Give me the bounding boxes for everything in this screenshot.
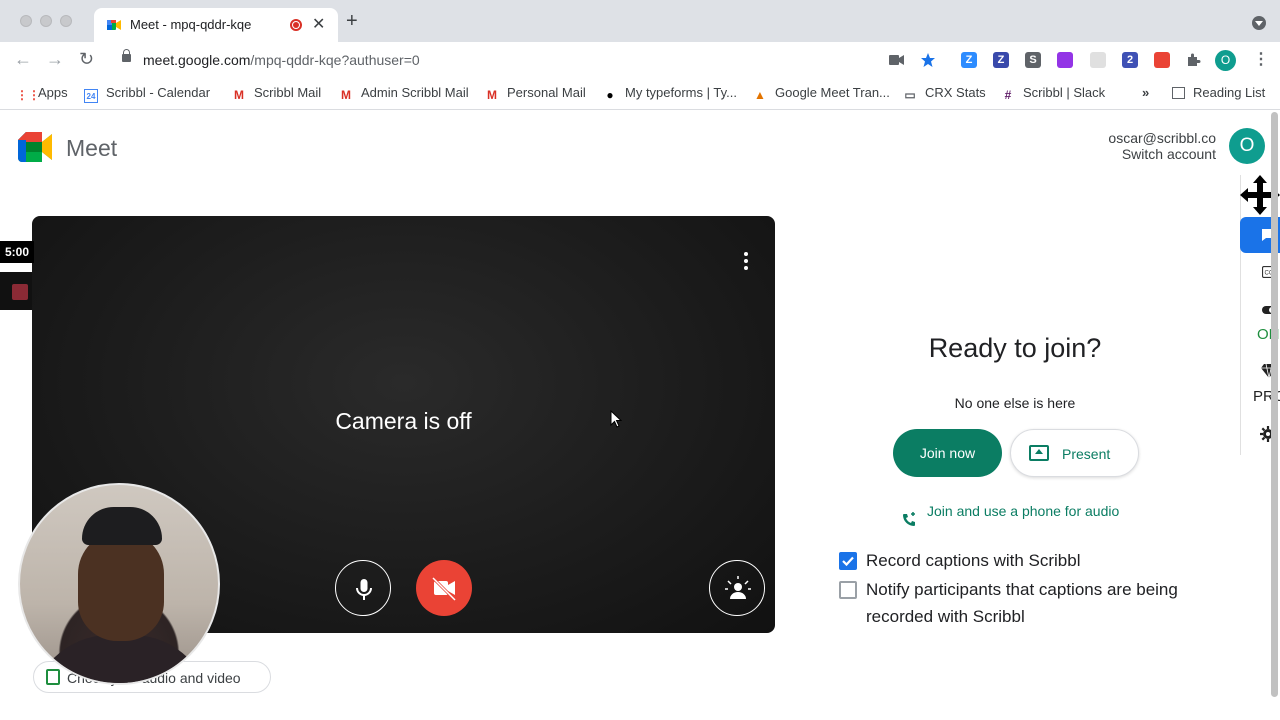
visual-effects-button[interactable] bbox=[709, 560, 765, 616]
camera-off-icon bbox=[431, 576, 457, 602]
reading-list-label: Reading List bbox=[1193, 85, 1266, 100]
account-email: oscar@scribbl.co bbox=[1108, 130, 1216, 146]
phone-audio-icon bbox=[903, 512, 915, 526]
url-host: meet.google.com bbox=[143, 52, 251, 68]
bookmark-item[interactable]: ● My typeforms | Ty... bbox=[603, 85, 737, 102]
bookmarks-overflow-button[interactable]: » bbox=[1142, 85, 1149, 100]
z-icon[interactable]: Z bbox=[993, 52, 1009, 68]
bookmark-label: Admin Scribbl Mail bbox=[361, 85, 469, 100]
visual-effects-icon bbox=[725, 576, 751, 599]
microphone-toggle-button[interactable] bbox=[335, 560, 391, 616]
bookmarks-bar: ⋮⋮Apps 24 Scribbl - Calendar M Scribbl Mail M… bbox=[0, 78, 1280, 110]
purple-icon[interactable] bbox=[1057, 52, 1073, 68]
profile-avatar[interactable]: O bbox=[1215, 50, 1236, 71]
back-icon[interactable]: ← bbox=[14, 50, 32, 68]
notify-participants-label: Notify participants that captions are be… bbox=[866, 580, 1178, 626]
gmail-icon: M bbox=[234, 88, 244, 102]
notify-participants-checkbox[interactable] bbox=[839, 581, 857, 599]
zoom-icon[interactable]: Z bbox=[961, 52, 977, 68]
bookmark-label: Personal Mail bbox=[507, 85, 586, 100]
bookmark-label: Scribbl - Calendar bbox=[106, 85, 211, 100]
record-captions-checkbox[interactable] bbox=[839, 552, 857, 570]
tab-title: Meet - mpq-qddr-kqe bbox=[130, 17, 252, 32]
bookmark-item[interactable]: M Personal Mail bbox=[485, 85, 586, 102]
window-close-button[interactable] bbox=[20, 15, 32, 27]
switch-account-link[interactable]: Switch account bbox=[1122, 146, 1216, 162]
bookmark-label: Scribbl Mail bbox=[254, 85, 322, 100]
app-title: Meet bbox=[66, 135, 118, 161]
self-camera-face bbox=[78, 531, 164, 641]
account-avatar[interactable]: O bbox=[1229, 128, 1265, 164]
checkmark-icon bbox=[842, 556, 854, 567]
window-minimize-button[interactable] bbox=[40, 15, 52, 27]
recording-timer: 5:00 bbox=[0, 241, 34, 263]
self-camera-bubble[interactable] bbox=[18, 483, 220, 685]
gmail-icon: M bbox=[487, 88, 497, 102]
bookmark-label: Apps bbox=[38, 85, 68, 100]
self-camera-shirt bbox=[30, 635, 212, 683]
meet-favicon-icon bbox=[107, 20, 121, 30]
badge-icon[interactable]: 2 bbox=[1122, 52, 1138, 68]
join-now-button[interactable]: Join now bbox=[893, 429, 1002, 477]
microphone-icon bbox=[356, 579, 372, 600]
present-screen-icon bbox=[1029, 445, 1049, 461]
typeform-icon: ● bbox=[606, 88, 614, 102]
slack-icon: # bbox=[1004, 88, 1012, 102]
url-path: /mpq-qddr-kqe?authuser=0 bbox=[250, 52, 420, 68]
stop-recording-button[interactable] bbox=[0, 272, 32, 310]
browser-tab-bar: Meet - mpq-qddr-kqe ✕ + bbox=[0, 0, 1280, 42]
bookmark-item[interactable]: ⋮⋮Apps bbox=[16, 85, 68, 102]
folder-icon: ▭ bbox=[904, 88, 916, 102]
page-scrollbar[interactable] bbox=[1271, 112, 1278, 697]
address-bar[interactable]: meet.google.com/mpq-qddr-kqe?authuser=0 bbox=[110, 46, 950, 74]
reading-list-button[interactable]: Reading List bbox=[1172, 85, 1265, 100]
bookmark-item[interactable]: M Admin Scribbl Mail bbox=[339, 85, 469, 102]
bookmark-label: Google Meet Tran... bbox=[775, 85, 890, 100]
camera-permission-icon[interactable] bbox=[889, 54, 905, 66]
url-text: meet.google.com/mpq-qddr-kqe?authuser=0 bbox=[143, 52, 420, 68]
bookmark-item[interactable]: # Scribbl | Slack bbox=[1001, 85, 1105, 102]
calendar-icon: 24 bbox=[84, 89, 98, 103]
apps-grid-icon: ⋮⋮ bbox=[16, 88, 40, 102]
present-button-label: Present bbox=[1062, 446, 1111, 462]
red-icon[interactable] bbox=[1154, 52, 1170, 68]
bookmark-star-icon[interactable] bbox=[920, 52, 936, 68]
reload-icon[interactable]: ↻ bbox=[79, 50, 94, 68]
bookmark-label: Scribbl | Slack bbox=[1023, 85, 1106, 100]
extensions-puzzle-icon[interactable] bbox=[1186, 53, 1201, 68]
participants-status: No one else is here bbox=[954, 395, 1076, 411]
bookmark-label: CRX Stats bbox=[925, 85, 986, 100]
bookmark-label: My typeforms | Ty... bbox=[625, 85, 737, 100]
window-zoom-button[interactable] bbox=[60, 15, 72, 27]
mouse-cursor-icon bbox=[610, 410, 622, 428]
recording-indicator-icon bbox=[290, 19, 302, 31]
s-icon[interactable]: S bbox=[1025, 52, 1041, 68]
browser-tab-meet[interactable]: Meet - mpq-qddr-kqe ✕ bbox=[94, 8, 338, 42]
grid-icon[interactable] bbox=[1090, 52, 1106, 68]
record-captions-label: Record captions with Scribbl bbox=[866, 551, 1081, 570]
gmail-icon: M bbox=[341, 88, 351, 102]
lock-icon bbox=[122, 49, 131, 62]
present-button[interactable]: Present bbox=[1010, 429, 1139, 477]
forward-icon[interactable]: → bbox=[46, 50, 64, 68]
tab-search-icon[interactable] bbox=[1252, 16, 1266, 30]
camera-off-message: Camera is off bbox=[335, 408, 472, 434]
bookmark-item[interactable]: 24 Scribbl - Calendar bbox=[84, 85, 210, 103]
tab-close-icon[interactable]: ✕ bbox=[312, 14, 325, 34]
reading-list-icon bbox=[1172, 87, 1185, 99]
more-options-icon[interactable] bbox=[738, 250, 754, 272]
meet-icon: ▲ bbox=[754, 88, 766, 102]
browser-toolbar: ← → ↻ meet.google.com/mpq-qddr-kqe?authu… bbox=[0, 42, 1280, 78]
browser-menu-icon[interactable]: ⋮ bbox=[1253, 49, 1269, 69]
camera-toggle-button[interactable] bbox=[416, 560, 472, 616]
bookmark-item[interactable]: M Scribbl Mail bbox=[232, 85, 321, 102]
meet-logo-icon[interactable] bbox=[18, 132, 54, 162]
bookmark-item[interactable]: ▲ Google Meet Tran... bbox=[753, 85, 890, 102]
self-camera-cap bbox=[82, 507, 162, 545]
new-tab-button[interactable]: + bbox=[346, 11, 358, 31]
bookmark-item[interactable]: ▭ CRX Stats bbox=[903, 85, 986, 102]
join-with-phone-link[interactable]: Join and use a phone for audio bbox=[927, 503, 1119, 519]
ready-to-join-heading: Ready to join? bbox=[928, 333, 1102, 363]
